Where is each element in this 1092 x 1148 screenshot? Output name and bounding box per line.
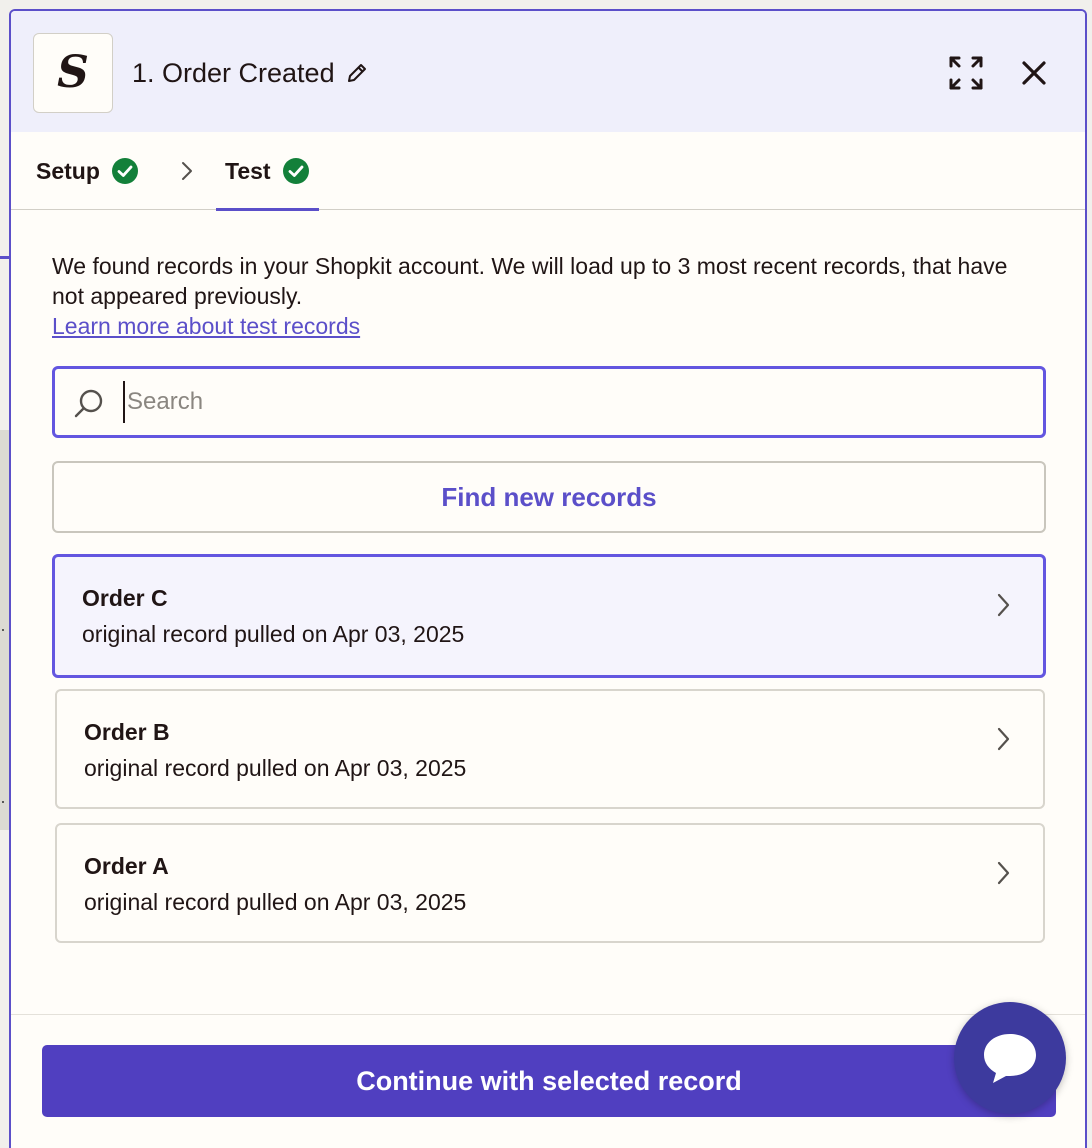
search-input[interactable]	[123, 381, 1023, 423]
learn-more-link[interactable]: Learn more about test records	[52, 313, 360, 339]
chevron-right-icon	[993, 591, 1013, 619]
chat-support-button[interactable]	[954, 1002, 1066, 1114]
close-icon	[1022, 61, 1046, 85]
tab-test-label: Test	[225, 157, 271, 184]
step-tabs: Setup Test	[11, 132, 1085, 211]
tab-setup[interactable]: Setup	[36, 132, 139, 210]
svg-text:S: S	[57, 50, 89, 96]
footer-divider	[11, 1014, 1085, 1015]
chat-icon	[984, 1034, 1036, 1083]
continue-button[interactable]: Continue with selected record	[42, 1045, 1056, 1117]
search-box	[52, 366, 1046, 438]
record-subtitle: original record pulled on Apr 03, 2025	[84, 755, 467, 781]
record-subtitle: original record pulled on Apr 03, 2025	[84, 889, 467, 915]
record-title: Order C	[82, 585, 168, 611]
shopkit-app-logo: S	[33, 33, 113, 113]
tab-test[interactable]: Test	[216, 132, 319, 211]
record-title: Order B	[84, 719, 170, 745]
record-title: Order A	[84, 853, 169, 879]
record-subtitle: original record pulled on Apr 03, 2025	[82, 621, 465, 647]
pencil-icon[interactable]	[345, 61, 369, 85]
intro-message: We found records in your Shopkit account…	[52, 253, 1008, 309]
canvas-dot: ·	[0, 791, 6, 811]
chevron-right-icon	[177, 159, 197, 183]
chevron-right-icon	[993, 859, 1013, 887]
expand-icon	[949, 56, 983, 90]
record-item-order-b[interactable]: Order B original record pulled on Apr 03…	[55, 689, 1045, 809]
step-title: 1. Order Created	[132, 55, 369, 91]
step-title-text: 1. Order Created	[132, 58, 335, 88]
step-panel: S 1. Order Created Setup Test We found r…	[9, 9, 1087, 1148]
canvas-connector-line	[0, 256, 9, 259]
panel-header: S 1. Order Created	[11, 11, 1085, 132]
expand-button[interactable]	[946, 53, 986, 93]
check-circle-icon	[111, 157, 139, 185]
search-icon	[71, 386, 107, 422]
check-circle-icon	[282, 157, 310, 185]
record-item-order-c[interactable]: Order C original record pulled on Apr 03…	[52, 554, 1046, 678]
find-new-records-button[interactable]: Find new records	[52, 461, 1046, 533]
chevron-right-icon	[993, 725, 1013, 753]
shopkit-logo-icon: S	[57, 50, 89, 96]
intro-text: We found records in your Shopkit account…	[52, 251, 1042, 341]
canvas-dot: ·	[0, 619, 6, 639]
tab-setup-label: Setup	[36, 157, 100, 184]
record-item-order-a[interactable]: Order A original record pulled on Apr 03…	[55, 823, 1045, 943]
close-button[interactable]	[1014, 53, 1054, 93]
